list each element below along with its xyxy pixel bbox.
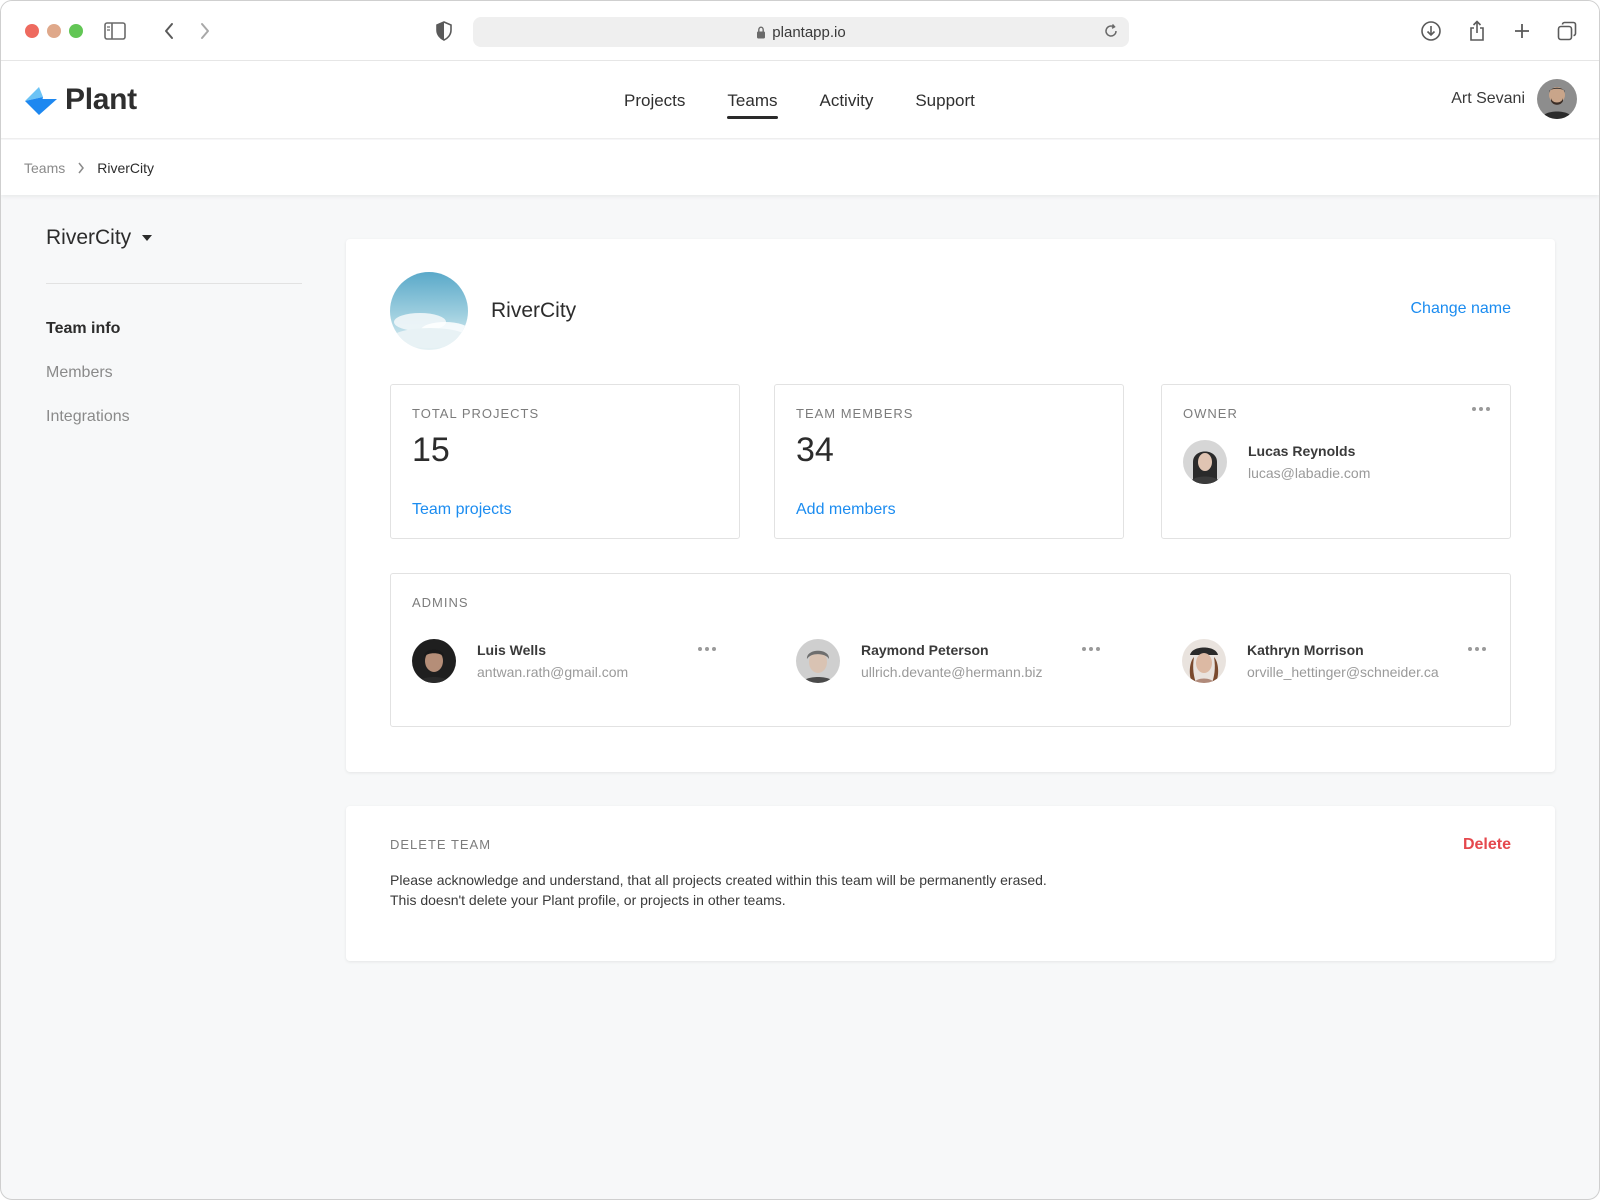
admin-name: Kathryn Morrison	[1247, 642, 1364, 658]
admin-item: Raymond Peterson ullrich.devante@hermann…	[796, 639, 1043, 683]
admin-avatar	[412, 639, 456, 683]
nav-support[interactable]: Support	[915, 61, 975, 139]
user-name: Art Sevani	[1451, 90, 1525, 107]
lock-icon	[756, 25, 766, 39]
admins-label: ADMINS	[412, 595, 469, 610]
owner-email: lucas@labadie.com	[1248, 465, 1371, 481]
chevron-right-icon	[77, 162, 85, 174]
admin-text: Raymond Peterson ullrich.devante@hermann…	[861, 642, 1043, 680]
delete-team-card: DELETE TEAM Delete Please acknowledge an…	[346, 806, 1555, 961]
total-projects-card: TOTAL PROJECTS 15 Team projects	[390, 384, 740, 539]
logo-text: Plant	[65, 83, 137, 116]
delete-team-description: Please acknowledge and understand, that …	[390, 870, 1047, 910]
team-switcher[interactable]: RiverCity	[46, 223, 302, 253]
zoom-window-button[interactable]	[69, 24, 83, 38]
team-members-card: TEAM MEMBERS 34 Add members	[774, 384, 1124, 539]
total-projects-value: 15	[412, 431, 450, 469]
user-avatar	[1537, 79, 1577, 119]
admin-avatar	[1182, 639, 1226, 683]
total-projects-label: TOTAL PROJECTS	[412, 406, 540, 421]
breadcrumb: Teams RiverCity	[1, 140, 1599, 195]
admins-card: ADMINS Luis Wells antwan.rath@gmail.com	[390, 573, 1511, 727]
delete-warning-line-1: Please acknowledge and understand, that …	[390, 872, 1047, 888]
admin-item: Luis Wells antwan.rath@gmail.com	[412, 639, 628, 683]
admin-avatar	[796, 639, 840, 683]
owner-avatar	[1183, 440, 1227, 484]
tab-overview-icon[interactable]	[1555, 19, 1579, 43]
owner-text: Lucas Reynolds lucas@labadie.com	[1248, 443, 1370, 481]
address-url: plantapp.io	[772, 23, 846, 41]
sidebar-item-integrations[interactable]: Integrations	[46, 408, 302, 426]
sidebar-toggle-icon[interactable]	[103, 19, 127, 43]
team-members-label: TEAM MEMBERS	[796, 406, 914, 421]
admin-text: Kathryn Morrison orville_hettinger@schne…	[1247, 642, 1439, 680]
admin-more-icon[interactable]	[696, 643, 718, 655]
main-nav: Projects Teams Activity Support	[624, 61, 1017, 139]
admin-name: Raymond Peterson	[861, 642, 989, 658]
minimize-window-button[interactable]	[47, 24, 61, 38]
caret-down-icon	[141, 234, 153, 242]
team-info-card: RiverCity Change name TOTAL PROJECTS 15 …	[346, 239, 1555, 772]
owner-more-icon[interactable]	[1470, 403, 1492, 415]
browser-toolbar: plantapp.io	[1, 1, 1599, 61]
reload-icon[interactable]	[1103, 23, 1119, 43]
owner-label: OWNER	[1183, 406, 1238, 421]
browser-window: plantapp.io Plant Projects Teams Activit…	[0, 0, 1600, 1200]
user-menu[interactable]: Art Sevani	[1451, 79, 1577, 119]
sidebar-item-team-info[interactable]: Team info	[46, 320, 302, 338]
new-tab-icon[interactable]	[1510, 19, 1534, 43]
add-members-link[interactable]: Add members	[796, 501, 896, 519]
admin-item: Kathryn Morrison orville_hettinger@schne…	[1182, 639, 1439, 683]
admin-email: antwan.rath@gmail.com	[477, 664, 629, 680]
share-icon[interactable]	[1465, 19, 1489, 43]
owner-name: Lucas Reynolds	[1248, 443, 1356, 459]
change-name-link[interactable]: Change name	[1410, 300, 1511, 318]
admin-text: Luis Wells antwan.rath@gmail.com	[477, 642, 628, 680]
plant-logo-icon	[25, 87, 57, 115]
admin-more-icon[interactable]	[1080, 643, 1102, 655]
owner-card: OWNER Lucas Reynolds lucas@labadie.com	[1161, 384, 1511, 539]
delete-team-label: DELETE TEAM	[390, 837, 492, 852]
nav-projects[interactable]: Projects	[624, 61, 685, 139]
delete-warning-line-2: This doesn't delete your Plant profile, …	[390, 892, 786, 908]
breadcrumb-current: RiverCity	[97, 159, 155, 176]
admin-name: Luis Wells	[477, 642, 546, 658]
address-bar[interactable]: plantapp.io	[473, 17, 1129, 47]
owner-person: Lucas Reynolds lucas@labadie.com	[1183, 440, 1370, 484]
team-switcher-label: RiverCity	[46, 226, 132, 249]
team-header: RiverCity	[390, 272, 576, 350]
sidebar-divider	[46, 283, 302, 284]
breadcrumb-teams-link[interactable]: Teams	[24, 160, 65, 176]
plant-logo[interactable]: Plant	[23, 83, 137, 117]
sidebar: RiverCity Team info Members Integrations	[46, 223, 302, 426]
team-projects-link[interactable]: Team projects	[412, 501, 512, 519]
app-header: Plant Projects Teams Activity Support Ar…	[1, 61, 1599, 139]
nav-teams[interactable]: Teams	[727, 61, 778, 139]
close-window-button[interactable]	[25, 24, 39, 38]
forward-icon[interactable]	[193, 19, 217, 43]
download-icon[interactable]	[1419, 19, 1443, 43]
delete-team-button[interactable]: Delete	[1463, 836, 1511, 854]
nav-activity[interactable]: Activity	[820, 61, 874, 139]
sidebar-item-members[interactable]: Members	[46, 364, 302, 382]
shield-icon[interactable]	[432, 19, 456, 43]
team-members-value: 34	[796, 431, 834, 469]
back-icon[interactable]	[157, 19, 181, 43]
admin-email: orville_hettinger@schneider.ca	[1247, 664, 1439, 680]
team-name: RiverCity	[491, 299, 577, 322]
admin-email: ullrich.devante@hermann.biz	[861, 664, 1043, 680]
admin-more-icon[interactable]	[1466, 643, 1488, 655]
team-avatar	[390, 272, 468, 350]
